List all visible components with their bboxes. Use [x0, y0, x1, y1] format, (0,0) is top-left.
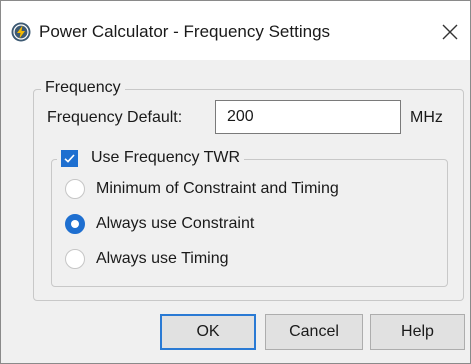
help-button[interactable]: Help: [370, 314, 465, 350]
radio-always-use-constraint[interactable]: Always use Constraint: [65, 212, 254, 236]
radio-minimum-constraint-timing[interactable]: Minimum of Constraint and Timing: [65, 177, 339, 201]
use-frequency-twr-label: Use Frequency TWR: [91, 149, 241, 166]
radio-selected-icon: [65, 214, 85, 234]
cancel-button[interactable]: Cancel: [265, 314, 363, 350]
frequency-default-input[interactable]: [215, 100, 401, 134]
dialog-window: Power Calculator - Frequency Settings Fr…: [0, 0, 471, 364]
radio-label: Always use Timing: [96, 250, 229, 267]
radio-always-use-timing[interactable]: Always use Timing: [65, 247, 229, 271]
frequency-unit-label: MHz: [410, 109, 443, 126]
radio-label: Minimum of Constraint and Timing: [96, 180, 339, 197]
close-button[interactable]: [437, 19, 463, 45]
use-frequency-twr-checkbox[interactable]: Use Frequency TWR: [57, 147, 245, 169]
frequency-default-label: Frequency Default:: [47, 109, 183, 126]
radio-unselected-icon: [65, 249, 85, 269]
checkbox-checked-icon: [61, 149, 78, 167]
frequency-group-legend: Frequency: [41, 78, 125, 98]
ok-button[interactable]: OK: [160, 314, 256, 350]
power-calculator-icon: [11, 22, 31, 42]
radio-label: Always use Constraint: [96, 215, 255, 232]
window-title: Power Calculator - Frequency Settings: [39, 22, 331, 41]
close-icon: [442, 24, 458, 40]
title-bar[interactable]: Power Calculator - Frequency Settings: [1, 1, 470, 60]
radio-unselected-icon: [65, 179, 85, 199]
